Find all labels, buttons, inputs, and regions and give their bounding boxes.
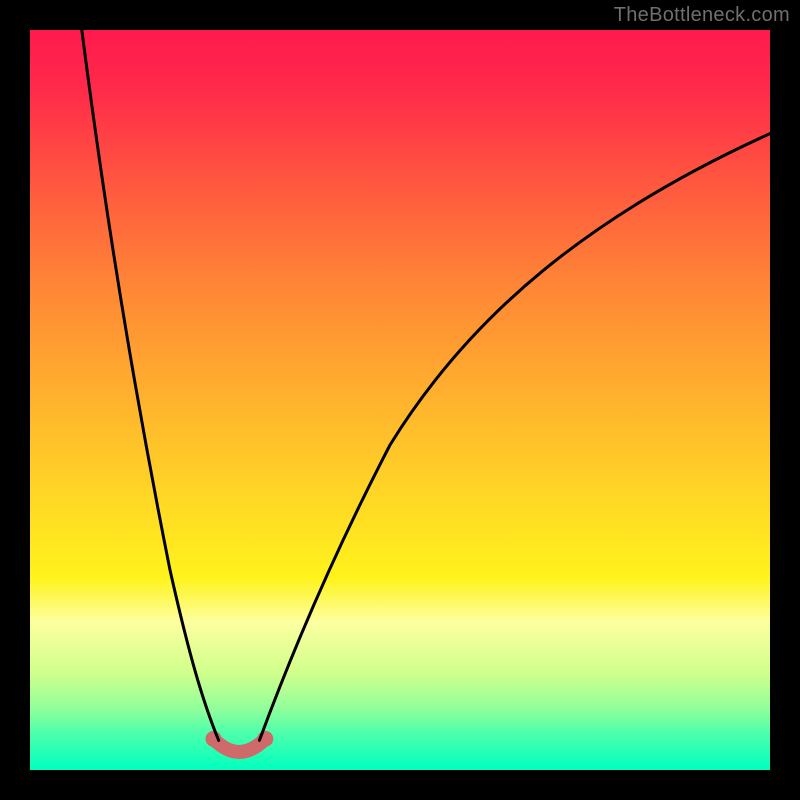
left-branch-curve [82, 30, 219, 740]
right-branch-curve [259, 134, 770, 741]
plot-area [30, 30, 770, 770]
bottom-pink-curve [214, 739, 266, 752]
curve-layer [30, 30, 770, 770]
chart-frame: TheBottleneck.com [0, 0, 800, 800]
watermark-text: TheBottleneck.com [614, 4, 790, 27]
